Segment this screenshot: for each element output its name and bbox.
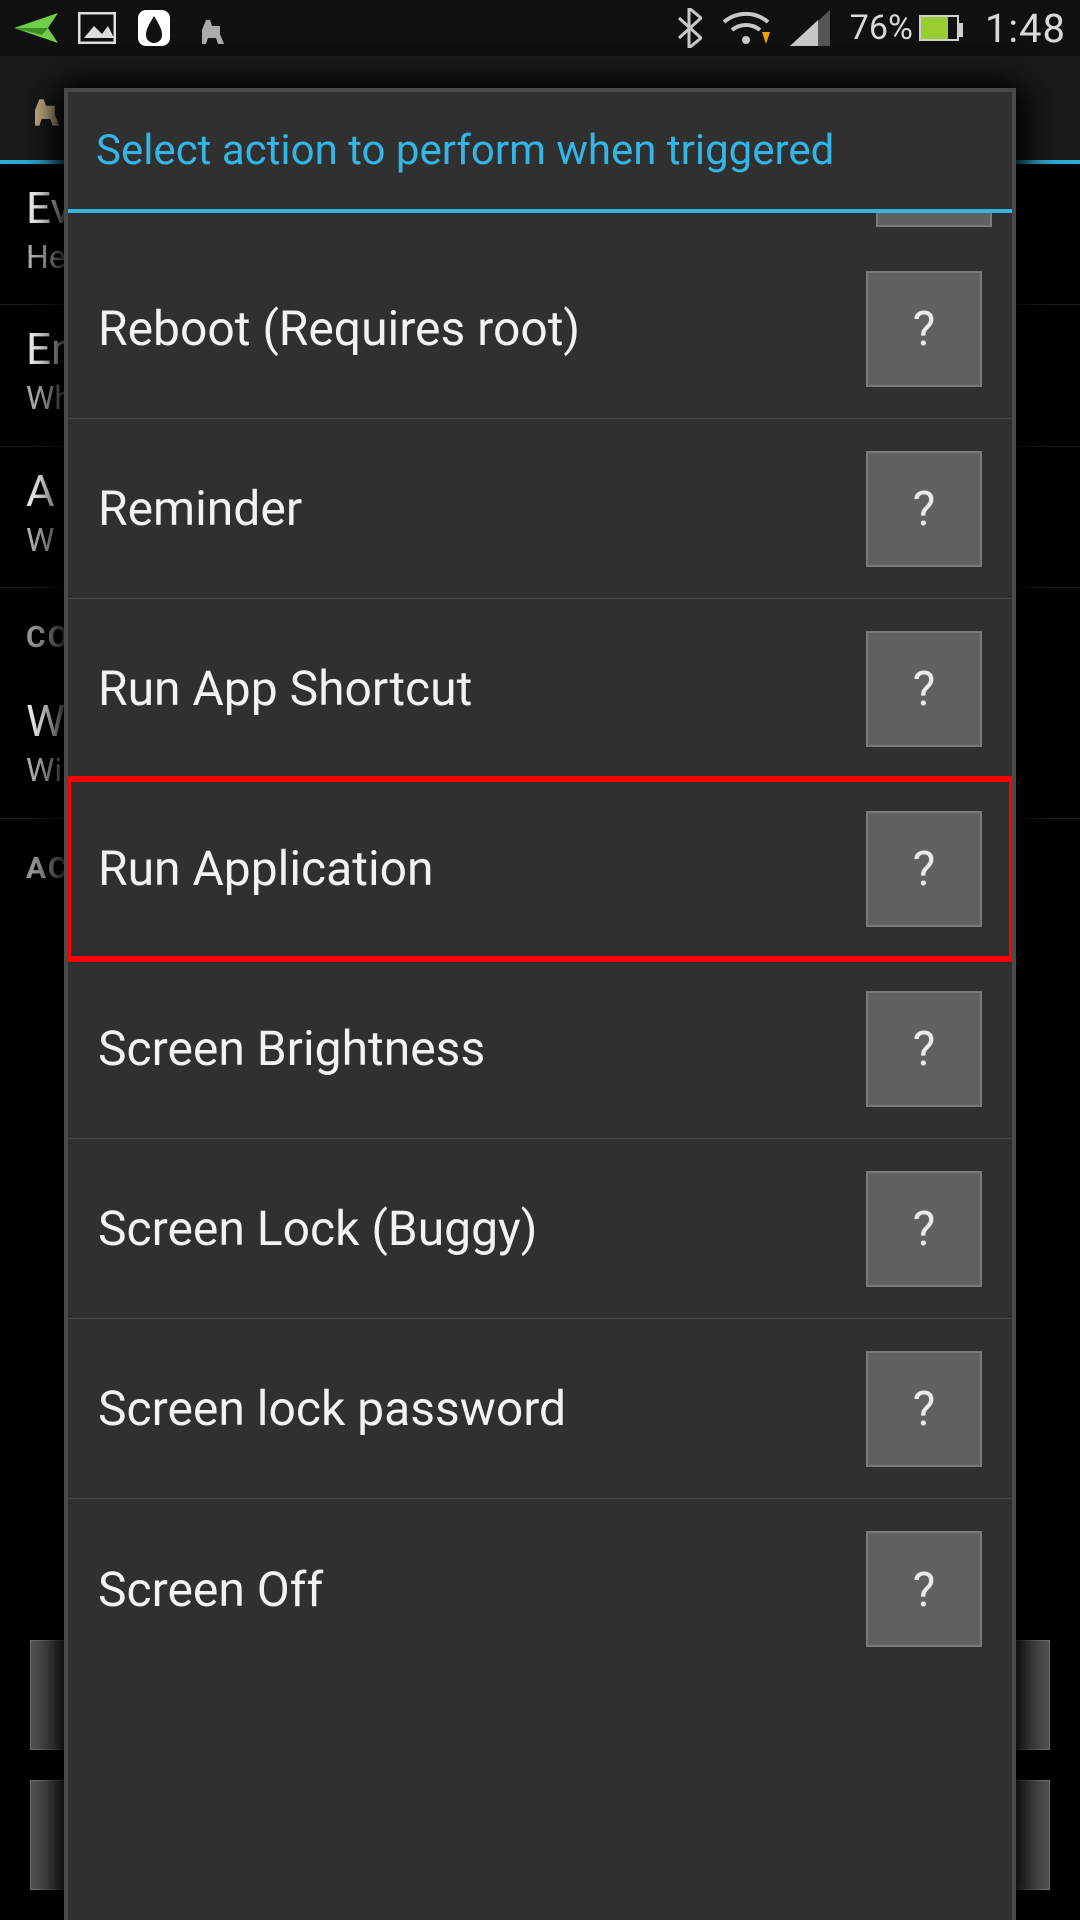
picture-icon [78, 12, 116, 44]
dialog-list[interactable]: Reboot (Requires root)?Reminder?Run App … [68, 213, 1012, 1920]
action-row-reboot-requires-root[interactable]: Reboot (Requires root)? [68, 239, 1012, 419]
action-row-screen-off[interactable]: Screen Off? [68, 1499, 1012, 1679]
llama-icon [192, 8, 232, 48]
action-row-screen-brightness[interactable]: Screen Brightness? [68, 959, 1012, 1139]
help-button[interactable]: ? [866, 811, 982, 927]
action-label: Reminder [98, 480, 866, 537]
action-label: Screen lock password [98, 1380, 866, 1437]
action-label: Run App Shortcut [98, 660, 866, 717]
cell-signal-icon [790, 10, 830, 46]
action-label: Screen Off [98, 1561, 866, 1618]
help-button[interactable]: ? [866, 1531, 982, 1647]
help-button[interactable]: ? [866, 991, 982, 1107]
dialog-title: Select action to perform when triggered [68, 92, 1012, 213]
status-right: 76% 1:48 [676, 5, 1066, 52]
status-left [14, 8, 232, 48]
battery-pct: 76% [850, 8, 913, 48]
action-row-run-application[interactable]: Run Application? [68, 779, 1012, 959]
help-button[interactable]: ? [866, 271, 982, 387]
help-button[interactable]: ? [866, 451, 982, 567]
battery-icon [919, 15, 959, 41]
help-button[interactable]: ? [866, 1171, 982, 1287]
action-label: Screen Lock (Buggy) [98, 1200, 866, 1257]
action-label: Run Application [98, 840, 866, 897]
wifi-download-icon [722, 8, 770, 48]
paper-plane-icon [14, 13, 58, 43]
action-label: Screen Brightness [98, 1020, 866, 1077]
action-row-screen-lock-password[interactable]: Screen lock password? [68, 1319, 1012, 1499]
action-row-screen-lock-buggy[interactable]: Screen Lock (Buggy)? [68, 1139, 1012, 1319]
action-dialog: Select action to perform when triggered … [64, 88, 1016, 1920]
action-label: Reboot (Requires root) [98, 300, 866, 357]
status-clock: 1:48 [985, 5, 1066, 52]
action-row-reminder[interactable]: Reminder? [68, 419, 1012, 599]
drop-icon [136, 8, 172, 48]
action-row-run-app-shortcut[interactable]: Run App Shortcut? [68, 599, 1012, 779]
status-bar: 76% 1:48 [0, 0, 1080, 56]
app-llama-icon [24, 86, 68, 130]
help-button[interactable]: ? [866, 631, 982, 747]
battery-indicator: 76% [850, 8, 959, 48]
bluetooth-icon [676, 8, 702, 48]
partial-help-button[interactable] [876, 213, 992, 227]
help-button[interactable]: ? [866, 1351, 982, 1467]
